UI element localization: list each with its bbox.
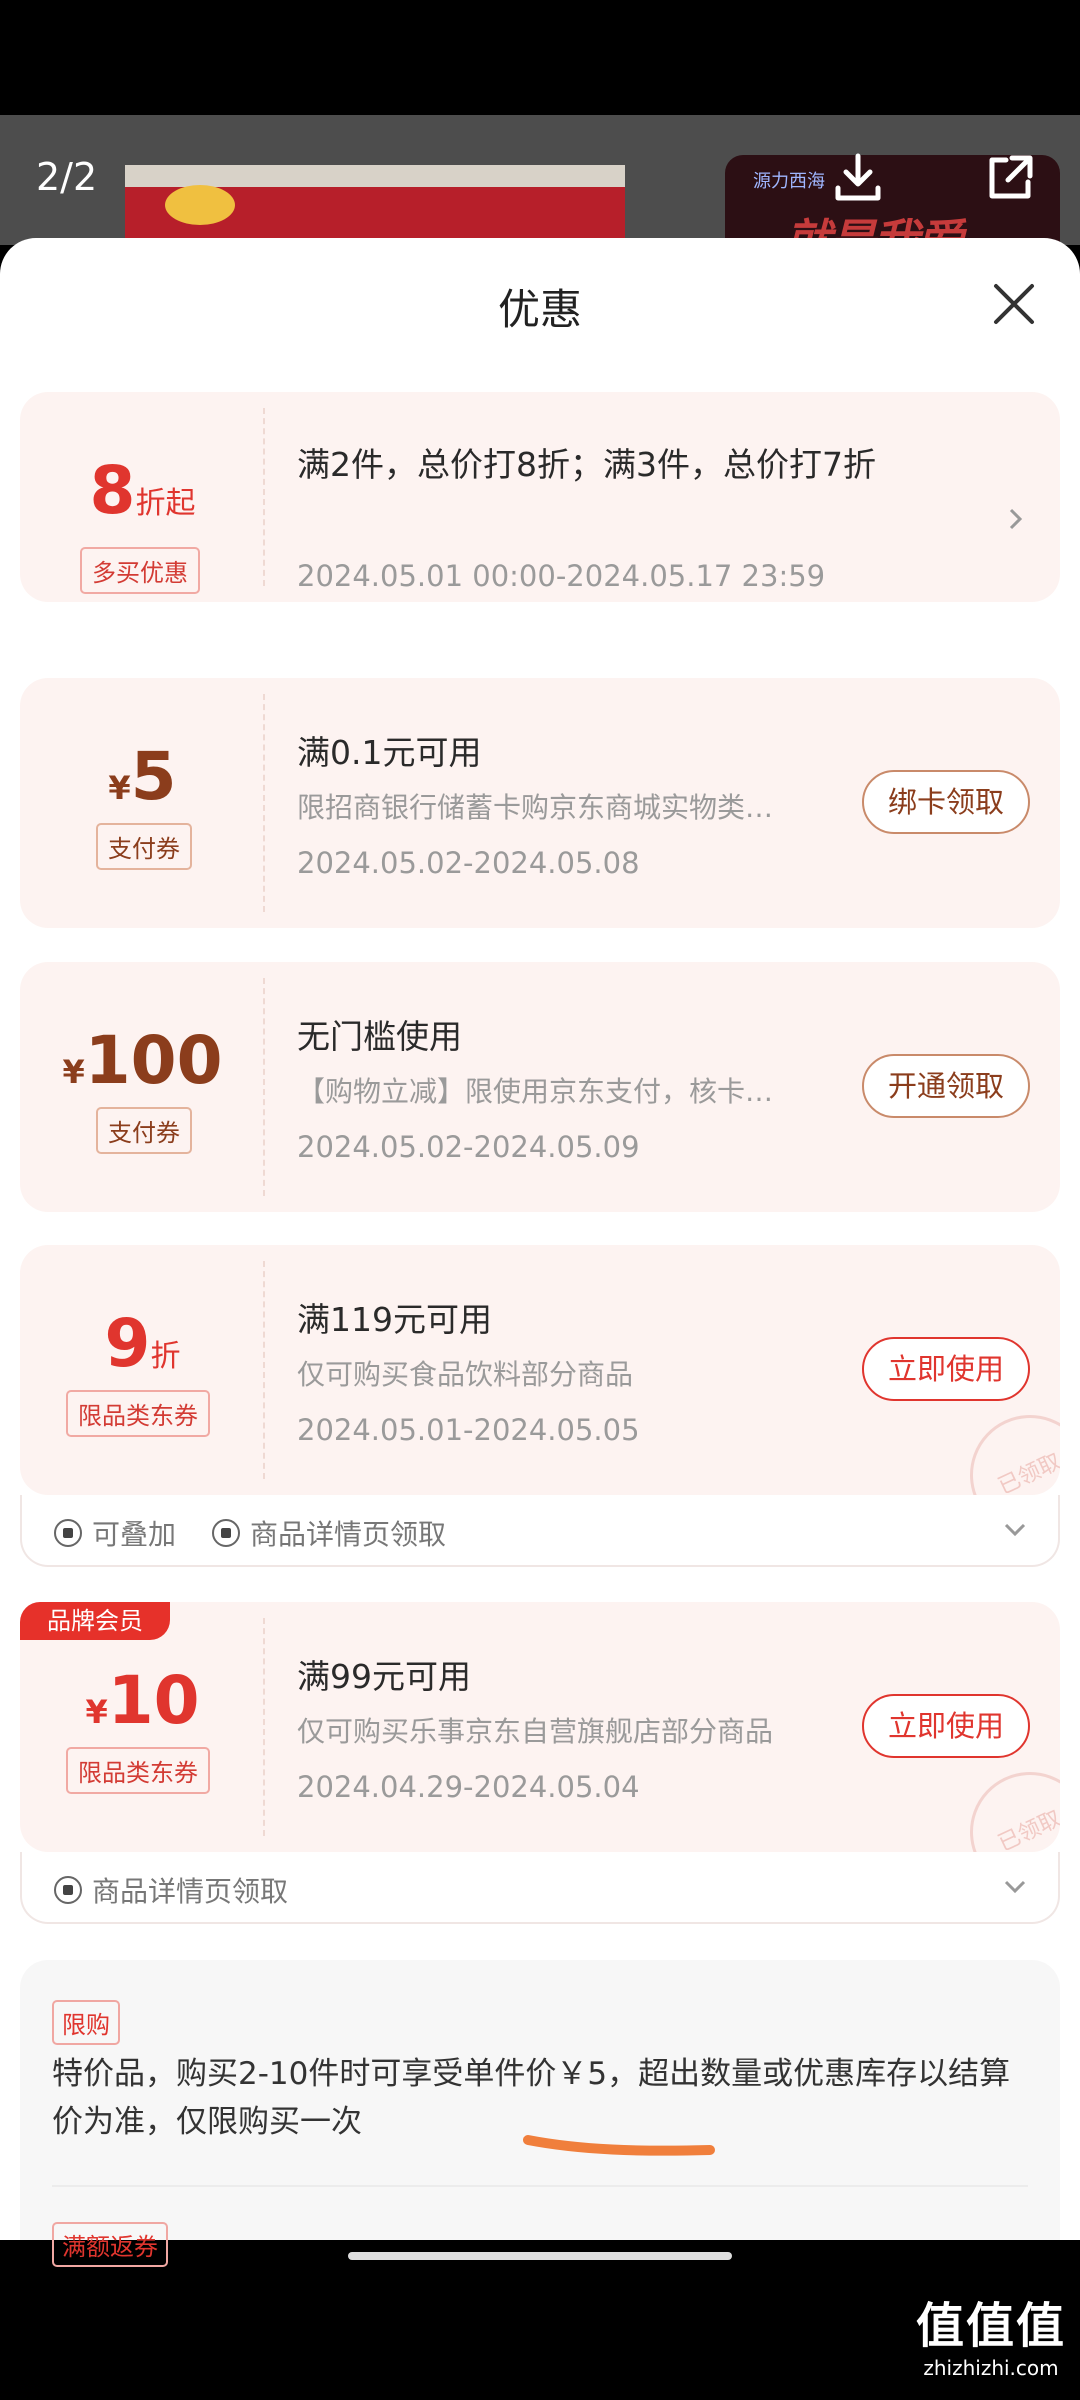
coupon-tag: 限品类东券: [66, 1747, 210, 1794]
coupon-subbar[interactable]: 可叠加 商品详情页领取: [20, 1495, 1060, 1567]
claimed-stamp: 已领取: [950, 1395, 1060, 1495]
coupon-dates: 2024.05.01 00:00-2024.05.17 23:59: [297, 559, 826, 593]
watermark-url: zhizhizhi.com: [923, 2356, 1059, 2380]
claimed-stamp: 已领取: [950, 1752, 1060, 1852]
page-indicator: 2/2: [36, 155, 98, 199]
bind-card-claim-button[interactable]: 绑卡领取: [862, 770, 1030, 834]
orange-underline-mark: [523, 2135, 715, 2156]
ticket-icon: [212, 1519, 240, 1547]
coupon-title: 满0.1元可用: [297, 733, 482, 772]
watermark-logo-text: 值值值: [915, 2298, 1066, 2354]
coupon-title: 满99元可用: [297, 1657, 471, 1696]
coupon-card-category-9[interactable]: 9折 限品类东券 满119元可用 仅可购买食品饮料部分商品 2024.05.01…: [20, 1245, 1060, 1495]
coupon-description: 仅可购买乐事京东自营旗舰店部分商品: [297, 1715, 774, 1748]
product-logo: [165, 185, 235, 225]
coupon-title: 满2件，总价打8折；满3件，总价打7折: [297, 445, 876, 484]
home-indicator[interactable]: [348, 2252, 732, 2260]
coupon-description: 限招商银行储蓄卡购京东商城实物类…: [297, 791, 774, 824]
site-watermark: 值值值 zhizhizhi.com: [916, 2286, 1066, 2380]
divider: [52, 2185, 1028, 2187]
use-now-button[interactable]: 立即使用: [862, 1694, 1030, 1758]
coupon-tag: 限品类东券: [66, 1390, 210, 1437]
product-image-strip: [125, 165, 625, 187]
coupon-description: 仅可购买食品饮料部分商品: [297, 1358, 634, 1391]
coupon-amount: ¥5: [108, 738, 177, 815]
coupon-tag: 支付券: [96, 823, 192, 870]
coupon-title: 满119元可用: [297, 1300, 492, 1339]
coupon-dates: 2024.05.02-2024.05.08: [297, 846, 640, 880]
limit-tag: 限购: [52, 2000, 120, 2045]
coupon-dates: 2024.05.02-2024.05.09: [297, 1130, 640, 1164]
image-viewer-background: 源力西海 就是我爱: [0, 115, 1080, 245]
product-image[interactable]: [125, 165, 625, 245]
detail-page-claim-label: 商品详情页领取: [212, 1513, 446, 1553]
coupon-tag: 支付券: [96, 1107, 192, 1154]
detail-page-claim-label: 商品详情页领取: [54, 1870, 288, 1910]
stackable-label: 可叠加: [54, 1513, 176, 1553]
coupon-card-brand-10[interactable]: ¥10 限品类东券 满99元可用 仅可购买乐事京东自营旗舰店部分商品 2024.…: [20, 1602, 1060, 1852]
coupon-card-multibuy[interactable]: 8折起 多买优惠 满2件，总价打8折；满3件，总价打7折 2024.05.01 …: [20, 392, 1060, 602]
coupon-amount: ¥100: [62, 1022, 223, 1099]
chevron-down-icon[interactable]: [1002, 1878, 1028, 1896]
coupon-subbar[interactable]: 商品详情页领取: [20, 1852, 1060, 1924]
coupon-amount: 9折: [104, 1305, 181, 1382]
coupon-dates: 2024.04.29-2024.05.04: [297, 1770, 640, 1804]
stack-icon: [54, 1519, 82, 1547]
thumbnail-small-text: 源力西海: [753, 171, 825, 192]
coupon-description: 【购物立减】限使用京东支付，核卡…: [297, 1075, 774, 1108]
coupon-amount: 8折起: [89, 452, 196, 529]
chevron-down-icon[interactable]: [1002, 1521, 1028, 1539]
share-icon[interactable]: [982, 150, 1038, 206]
brand-member-badge: 品牌会员: [20, 1602, 170, 1640]
coupon-title: 无门槛使用: [297, 1017, 462, 1056]
coupon-dates: 2024.05.01-2024.05.05: [297, 1413, 640, 1447]
ticket-icon: [54, 1876, 82, 1904]
coupon-tag: 多买优惠: [80, 547, 200, 594]
download-icon[interactable]: [830, 150, 886, 206]
activate-claim-button[interactable]: 开通领取: [862, 1054, 1030, 1118]
sheet-title: 优惠: [497, 285, 582, 334]
coupon-card-payment-5[interactable]: ¥5 支付券 满0.1元可用 限招商银行储蓄卡购京东商城实物类… 2024.05…: [20, 678, 1060, 928]
use-now-button[interactable]: 立即使用: [862, 1337, 1030, 1401]
next-section-tag: 满额返券: [52, 2222, 168, 2267]
limit-purchase-panel: 限购 特价品，购买2-10件时可享受单件价￥5，超出数量或优惠库存以结算价为准，…: [20, 1960, 1060, 2267]
chevron-right-icon[interactable]: [1006, 504, 1026, 534]
coupon-card-payment-100[interactable]: ¥100 支付券 无门槛使用 【购物立减】限使用京东支付，核卡… 2024.05…: [20, 962, 1060, 1212]
close-icon[interactable]: [984, 274, 1044, 334]
status-bar-area: [0, 0, 1080, 115]
coupon-amount: ¥10: [85, 1662, 200, 1739]
